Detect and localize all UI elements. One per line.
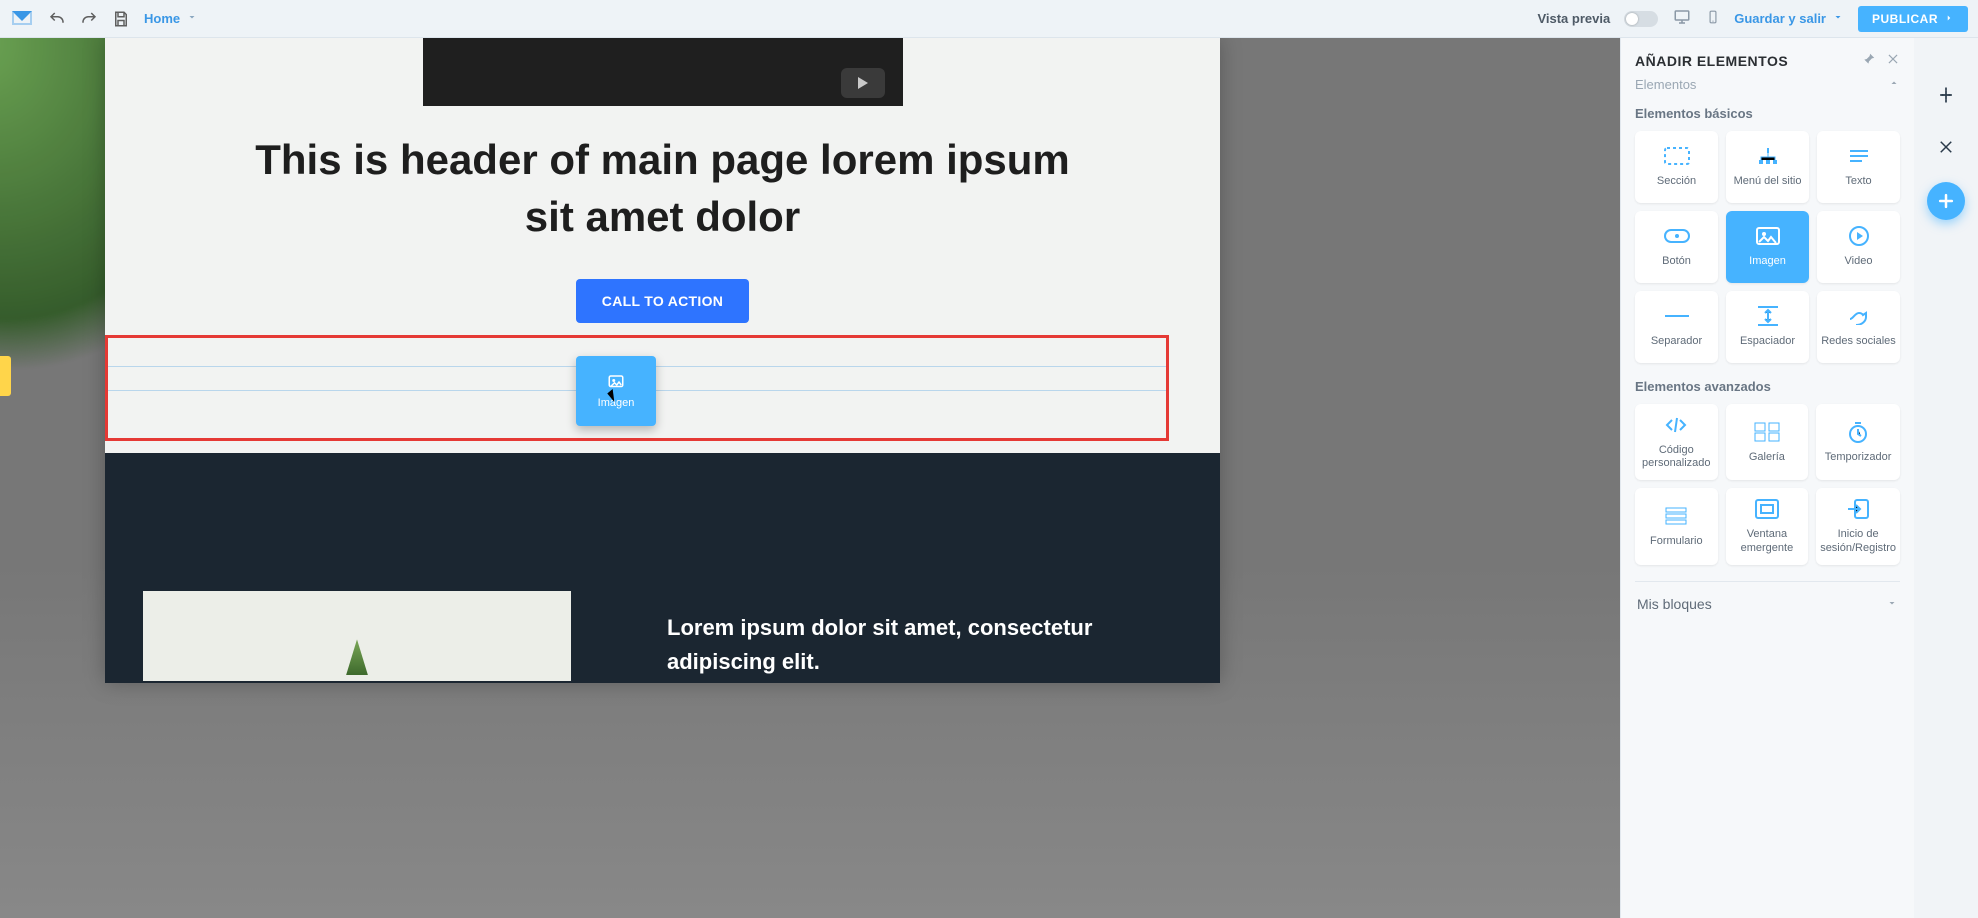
element-tile-menu[interactable]: Menú del sitio xyxy=(1726,131,1809,203)
tile-label: Video xyxy=(1845,255,1873,268)
chevron-right-icon xyxy=(1944,12,1954,26)
element-tile-temporizador[interactable]: Temporizador xyxy=(1816,404,1900,480)
collapsed-side-tab[interactable] xyxy=(0,356,11,396)
image-icon xyxy=(605,373,627,391)
cursor-pointer-icon xyxy=(610,390,622,408)
element-tile-espaciador[interactable]: Espaciador xyxy=(1726,291,1809,363)
element-tile-imagen[interactable]: Imagen xyxy=(1726,211,1809,283)
section-copy[interactable]: Lorem ipsum dolor sit amet, consectetur … xyxy=(667,611,1180,679)
tile-label: Imagen xyxy=(1749,255,1786,268)
chevron-up-icon xyxy=(1888,77,1900,92)
advanced-elements-grid: Código personalizado Galería Temporizador F… xyxy=(1635,404,1900,565)
my-blocks-label: Mis bloques xyxy=(1637,596,1712,612)
mobile-device-icon[interactable] xyxy=(1706,7,1720,30)
element-tile-boton[interactable]: Botón xyxy=(1635,211,1718,283)
tile-label: Separador xyxy=(1651,335,1702,348)
undo-icon[interactable] xyxy=(48,10,66,28)
texto-icon xyxy=(1848,145,1870,167)
publish-button[interactable]: PUBLICAR xyxy=(1858,6,1968,32)
temporizador-icon xyxy=(1848,421,1868,443)
cta-button[interactable]: CALL TO ACTION xyxy=(576,279,749,323)
tile-label: Galería xyxy=(1749,451,1785,464)
element-tile-login[interactable]: Inicio de sesión/Registro xyxy=(1816,488,1900,564)
basic-elements-grid: Sección Menú del sitio Texto Botón Imagen Vid… xyxy=(1635,131,1900,363)
element-tile-popup[interactable]: Ventana emergente xyxy=(1726,488,1809,564)
video-element[interactable] xyxy=(423,38,903,106)
dragging-element-chip[interactable]: Imagen xyxy=(576,356,656,426)
my-blocks-accordion[interactable]: Mis bloques xyxy=(1635,581,1900,626)
save-and-exit-label: Guardar y salir xyxy=(1734,11,1826,26)
top-bar: Home Vista previa Guardar y salir PUBLIC… xyxy=(0,0,1978,38)
tile-label: Código personalizado xyxy=(1639,444,1714,470)
dark-section[interactable]: Lorem ipsum dolor sit amet, consectetur … xyxy=(105,453,1220,683)
close-rail-icon[interactable] xyxy=(1929,130,1963,164)
tile-label: Menú del sitio xyxy=(1734,175,1802,188)
elements-accordion-header[interactable]: Elementos xyxy=(1635,77,1900,92)
element-tile-redes[interactable]: Redes sociales xyxy=(1817,291,1900,363)
video-icon xyxy=(1848,225,1870,247)
page-selector[interactable]: Home xyxy=(144,11,198,26)
add-element-fab[interactable] xyxy=(1927,182,1965,220)
youtube-play-icon[interactable] xyxy=(841,68,885,98)
galeria-icon xyxy=(1754,421,1780,443)
save-icon[interactable] xyxy=(112,10,130,28)
publish-label: PUBLICAR xyxy=(1872,12,1938,26)
espaciador-icon xyxy=(1757,305,1779,327)
right-rail xyxy=(1914,38,1978,918)
workspace: This is header of main page lorem ipsum … xyxy=(0,38,1978,918)
element-tile-separador[interactable]: Separador xyxy=(1635,291,1718,363)
tile-label: Texto xyxy=(1845,175,1871,188)
imagen-icon xyxy=(1756,225,1780,247)
element-tile-formulario[interactable]: Formulario xyxy=(1635,488,1718,564)
preview-toggle[interactable] xyxy=(1624,11,1658,27)
element-tile-codigo[interactable]: Código personalizado xyxy=(1635,404,1718,480)
separador-icon xyxy=(1664,305,1690,327)
elements-label: Elementos xyxy=(1635,77,1696,92)
redes-icon xyxy=(1847,305,1871,327)
popup-icon xyxy=(1755,498,1779,520)
close-panel-icon[interactable] xyxy=(1886,52,1900,69)
redo-icon[interactable] xyxy=(80,10,98,28)
add-elements-panel: AÑADIR ELEMENTOS Elementos Elementos bás… xyxy=(1620,38,1914,918)
tile-label: Sección xyxy=(1657,175,1696,188)
formulario-icon xyxy=(1664,505,1688,527)
element-tile-seccion[interactable]: Sección xyxy=(1635,131,1718,203)
desktop-device-icon[interactable] xyxy=(1672,8,1692,29)
sitemap-icon[interactable] xyxy=(1929,78,1963,112)
basic-elements-title: Elementos básicos xyxy=(1635,106,1900,121)
element-tile-galeria[interactable]: Galería xyxy=(1726,404,1809,480)
tile-label: Formulario xyxy=(1650,535,1703,548)
chevron-down-icon xyxy=(1886,596,1898,612)
tile-label: Ventana emergente xyxy=(1730,528,1805,554)
save-and-exit[interactable]: Guardar y salir xyxy=(1734,11,1844,26)
advanced-elements-title: Elementos avanzados xyxy=(1635,379,1900,394)
tile-label: Temporizador xyxy=(1825,451,1892,464)
tile-label: Redes sociales xyxy=(1821,335,1896,348)
seccion-icon xyxy=(1664,145,1690,167)
panel-title: AÑADIR ELEMENTOS xyxy=(1635,53,1788,69)
logo-icon[interactable] xyxy=(10,9,34,29)
tile-label: Inicio de sesión/Registro xyxy=(1820,528,1896,554)
page-headline[interactable]: This is header of main page lorem ipsum … xyxy=(105,106,1220,251)
page-canvas[interactable]: This is header of main page lorem ipsum … xyxy=(105,38,1220,683)
boton-icon xyxy=(1664,225,1690,247)
codigo-icon xyxy=(1664,414,1688,436)
login-icon xyxy=(1847,498,1869,520)
preview-label: Vista previa xyxy=(1537,11,1610,26)
tile-label: Espaciador xyxy=(1740,335,1795,348)
element-tile-texto[interactable]: Texto xyxy=(1817,131,1900,203)
chevron-down-icon xyxy=(186,11,198,26)
section-image[interactable] xyxy=(143,591,571,681)
chevron-down-icon xyxy=(1832,11,1844,26)
menu-icon xyxy=(1756,145,1780,167)
pin-icon[interactable] xyxy=(1862,52,1876,69)
element-tile-video[interactable]: Video xyxy=(1817,211,1900,283)
page-selector-label: Home xyxy=(144,11,180,26)
tile-label: Botón xyxy=(1662,255,1691,268)
